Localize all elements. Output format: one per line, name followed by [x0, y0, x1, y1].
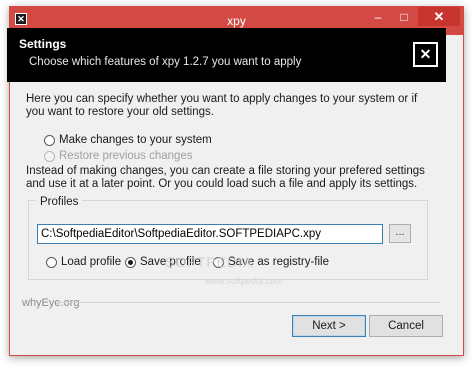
radio-save-profile[interactable]: [125, 256, 136, 268]
option-make-changes-label: Make changes to your system: [59, 134, 212, 146]
profile-info-text: Instead of making changes, you can creat…: [26, 165, 425, 190]
maximize-button[interactable]: □: [391, 7, 417, 27]
header-subtitle: Choose which features of xpy 1.2.7 you w…: [29, 56, 302, 68]
profile-path-input[interactable]: C:\SoftpediaEditor\SoftpediaEditor.SOFTP…: [37, 224, 383, 244]
minimize-button[interactable]: –: [365, 7, 391, 27]
browse-button[interactable]: ...: [389, 224, 411, 243]
option-restore-label: Restore previous changes: [59, 150, 193, 162]
radio-load-profile[interactable]: [46, 256, 57, 268]
header-close-icon[interactable]: ✕: [413, 42, 438, 67]
profiles-group-label: Profiles: [36, 196, 83, 208]
footer-divider: [56, 302, 441, 303]
option-load-profile-label: Load profile: [61, 256, 122, 268]
settings-header: Settings Choose which features of xpy 1.…: [7, 28, 446, 82]
radio-restore: [44, 150, 55, 162]
watermark-url: www.softpedia.com: [205, 276, 283, 286]
intro-text: Here you can specify whether you want to…: [26, 93, 418, 118]
option-make-changes[interactable]: Make changes to your system: [44, 134, 212, 146]
radio-make-changes[interactable]: [44, 134, 55, 146]
watermark: SOFTPEDIA: [165, 254, 254, 270]
option-load-profile[interactable]: Load profile: [46, 256, 121, 268]
option-restore: Restore previous changes: [44, 150, 193, 162]
next-button[interactable]: Next >: [292, 315, 366, 337]
cancel-button[interactable]: Cancel: [369, 315, 443, 337]
brand-label: whyEye.org: [22, 297, 80, 309]
header-title: Settings: [19, 37, 67, 51]
close-button[interactable]: ✕: [418, 7, 460, 26]
